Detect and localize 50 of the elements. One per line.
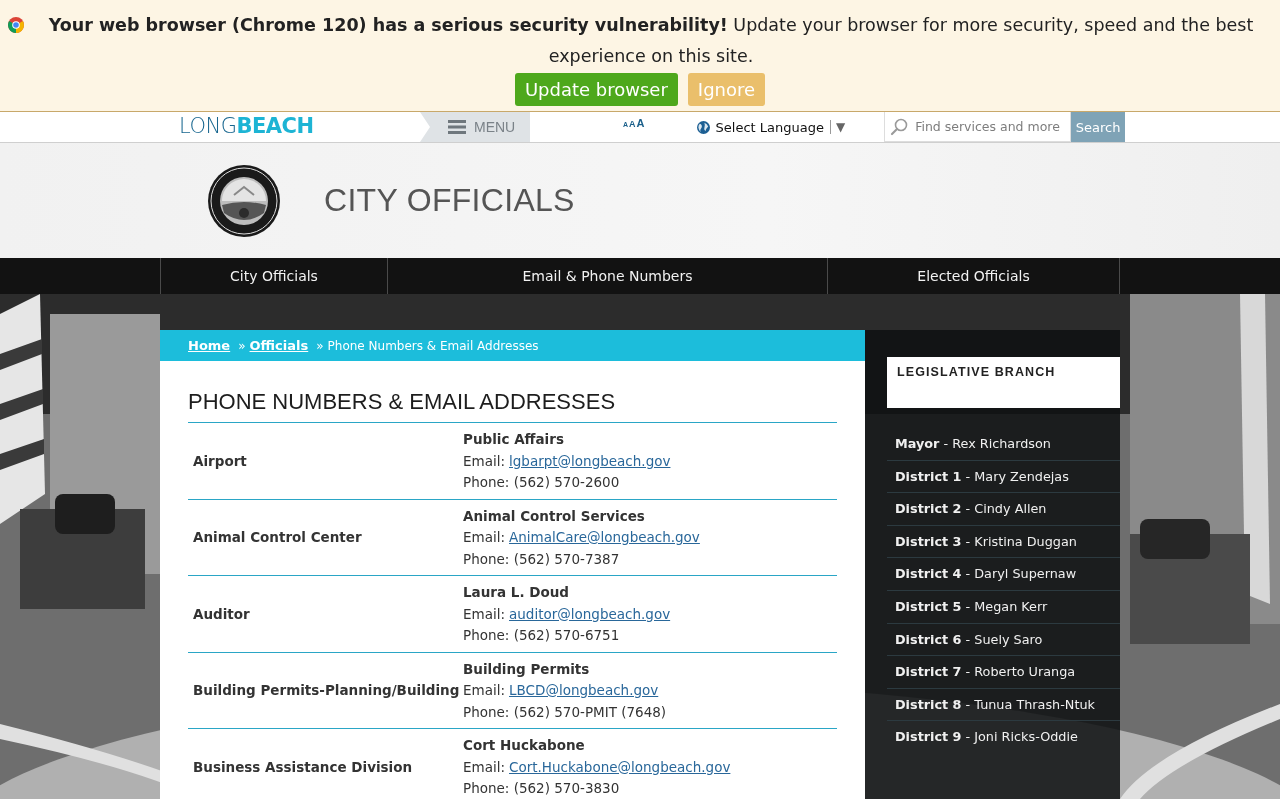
email-link[interactable]: LBCD@longbeach.gov	[509, 682, 659, 698]
contact-name: Laura L. Doud	[463, 583, 570, 602]
warning-message: Your web browser (Chrome 120) has a serious security vulnerability! Update your browser for more security, speed and the best experience on this site.	[47, 14, 1255, 68]
sidebar-heading: LEGISLATIVE BRANCH	[887, 357, 1120, 408]
email-line: Email: LBCD@longbeach.gov	[463, 681, 660, 700]
site-logo[interactable]: LONGBEACH	[179, 112, 420, 142]
email-line: Email: auditor@longbeach.gov	[463, 604, 672, 624]
search-field[interactable]: Find services and more	[884, 112, 1072, 142]
email-line: Email: lgbarpt@longbeach.gov	[463, 451, 672, 471]
official-link[interactable]: Mayor - Rex Richardson	[887, 428, 1120, 461]
page-title: CITY OFFICIALS	[324, 182, 575, 219]
phone-line: Phone: (562) 570-6751	[463, 626, 621, 645]
breadcrumb-current: Phone Numbers & Email Addresses	[327, 338, 539, 353]
search-icon	[890, 118, 909, 136]
department-name: Animal Control Center	[192, 528, 363, 547]
contact-name: Cort Huckabone	[463, 736, 586, 755]
department-name: Auditor	[192, 604, 251, 624]
contact-name: Building Permits	[463, 659, 591, 679]
official-link[interactable]: District 9 - Joni Ricks-Oddie	[887, 721, 1120, 754]
city-seal-icon	[208, 164, 280, 237]
official-link[interactable]: District 7 - Roberto Uranga	[887, 656, 1120, 689]
email-link[interactable]: Cort.Huckabone@longbeach.gov	[509, 758, 731, 775]
official-link[interactable]: District 2 - Cindy Allen	[887, 493, 1120, 526]
email-line: Email: AnimalCare@longbeach.gov	[463, 528, 701, 547]
browser-icon	[8, 17, 24, 33]
department-name: Business Assistance Division	[192, 757, 414, 777]
phone-line: Phone: (562) 570-2600	[463, 473, 621, 492]
email-link[interactable]: lgbarpt@longbeach.gov	[509, 452, 671, 469]
phone-line: Phone: (562) 570-PMIT (7648)	[463, 702, 668, 722]
contact-name: Public Affairs	[463, 430, 565, 449]
email-line: Email: Cort.Huckabone@longbeach.gov	[463, 757, 732, 777]
email-link[interactable]: AnimalCare@longbeach.gov	[509, 529, 700, 545]
contact-name: Animal Control Services	[463, 506, 646, 526]
official-link[interactable]: District 5 - Megan Kerr	[887, 590, 1120, 624]
phone-line: Phone: (562) 570-3830	[463, 779, 621, 798]
official-link[interactable]: District 3 - Kristina Duggan	[887, 525, 1120, 559]
official-link[interactable]: District 1 - Mary Zendejas	[887, 460, 1120, 494]
globe-icon	[696, 120, 710, 134]
menu-icon	[448, 120, 466, 134]
breadcrumb-separator: »	[238, 338, 246, 353]
official-link[interactable]: District 6 - Suely Saro	[887, 623, 1120, 657]
email-link[interactable]: auditor@longbeach.gov	[509, 605, 671, 622]
section-title: PHONE NUMBERS & EMAIL ADDRESSES	[188, 361, 837, 423]
department-name: Building Permits-Planning/Building	[192, 681, 461, 700]
official-link[interactable]: District 8 - Tunua Thrash-Ntuk	[887, 688, 1120, 722]
phone-line: Phone: (562) 570-7387	[463, 549, 621, 569]
breadcrumb-separator: »	[316, 338, 324, 353]
department-name: Airport	[192, 451, 248, 471]
language-selector[interactable]: Select Language ▼	[696, 112, 846, 142]
official-link[interactable]: District 4 - Daryl Supernaw	[887, 558, 1120, 591]
